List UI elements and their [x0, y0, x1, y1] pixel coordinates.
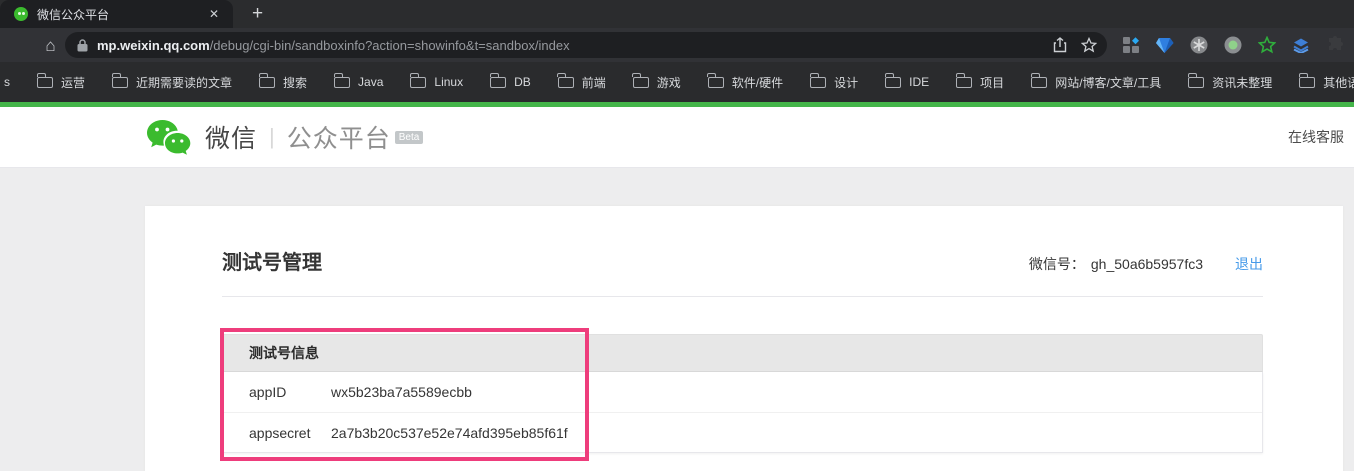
- bookmark-star-icon[interactable]: [1081, 37, 1097, 53]
- account-info: 微信号： gh_50a6b5957fc3 退出: [1029, 254, 1263, 274]
- bookmark-partial-label[interactable]: s: [4, 75, 10, 89]
- puzzle-extensions-menu-icon[interactable]: [1325, 36, 1344, 55]
- logout-link[interactable]: 退出: [1235, 254, 1263, 274]
- table-header-label: 测试号信息: [249, 343, 319, 363]
- wechat-brand-logo[interactable]: 微信 | 公众平台 Beta: [145, 118, 423, 156]
- wechat-favicon-icon: [14, 7, 28, 21]
- folder-icon: [490, 77, 506, 88]
- table-body: appID wx5b23ba7a5589ecbb appsecret 2a7b3…: [222, 372, 1263, 453]
- bookmark-folder[interactable]: 软件/硬件: [708, 74, 783, 91]
- bookmark-folder[interactable]: 设计: [810, 74, 858, 91]
- bookmark-folder[interactable]: 其他语言: [1299, 74, 1354, 91]
- bookmark-folder[interactable]: 近期需要读的文章: [112, 74, 232, 91]
- page-title: 测试号管理: [222, 246, 322, 275]
- bookmark-folder[interactable]: IDE: [885, 75, 929, 89]
- brand-primary-label: 微信: [205, 119, 257, 155]
- folder-icon: [112, 77, 128, 88]
- green-star-extension-icon[interactable]: [1257, 36, 1276, 55]
- folder-icon: [1299, 77, 1315, 88]
- folder-icon: [956, 77, 972, 88]
- folder-icon: [1031, 77, 1047, 88]
- folder-icon: [334, 77, 350, 88]
- bookmark-folder[interactable]: 前端: [558, 74, 606, 91]
- header-divider: [222, 296, 1263, 297]
- tab-title: 微信公众平台: [37, 6, 205, 23]
- bookmark-folder[interactable]: Linux: [410, 75, 463, 89]
- tab-close-icon[interactable]: ✕: [205, 5, 223, 23]
- bookmark-folder[interactable]: 资讯未整理: [1188, 74, 1272, 91]
- page-background: 测试号管理 微信号： gh_50a6b5957fc3 退出 测试号信息 appI…: [0, 168, 1354, 471]
- beta-badge: Beta: [395, 131, 424, 144]
- bookmark-folder[interactable]: 项目: [956, 74, 1004, 91]
- table-row-appid: appID wx5b23ba7a5589ecbb: [223, 372, 1262, 412]
- blue-gem-extension-icon[interactable]: [1155, 36, 1174, 55]
- appid-key-label: appID: [249, 384, 331, 400]
- folder-icon: [810, 77, 826, 88]
- bookmark-folder[interactable]: 游戏: [633, 74, 681, 91]
- url-text[interactable]: mp.weixin.qq.com/debug/cgi-bin/sandboxin…: [97, 38, 1039, 53]
- bookmark-folder[interactable]: Java: [334, 75, 383, 89]
- folder-icon: [37, 77, 53, 88]
- bookmarks-bar: s 运营 近期需要读的文章 搜索 Java Linux DB 前端 游戏 软件/…: [0, 62, 1354, 102]
- circle-green-dot-extension-icon[interactable]: [1223, 36, 1242, 55]
- circle-asterisk-extension-icon[interactable]: [1189, 36, 1208, 55]
- table-header: 测试号信息: [222, 334, 1263, 372]
- online-service-link[interactable]: 在线客服: [1288, 127, 1344, 147]
- lock-icon[interactable]: [77, 39, 88, 52]
- browser-toolbar: ⌂ mp.weixin.qq.com/debug/cgi-bin/sandbox…: [0, 28, 1354, 62]
- folder-icon: [410, 77, 426, 88]
- browser-tabstrip: 微信公众平台 ✕ +: [0, 0, 1354, 28]
- bookmark-folder[interactable]: 运营: [37, 74, 85, 91]
- grid-squares-extension-icon[interactable]: [1121, 36, 1140, 55]
- table-row-appsecret: appsecret 2a7b3b20c537e52e74afd395eb85f6…: [223, 412, 1262, 452]
- appsecret-key-label: appsecret: [249, 425, 331, 441]
- wechat-logo-icon: [145, 118, 191, 156]
- card-header-row: 测试号管理 微信号： gh_50a6b5957fc3 退出: [222, 246, 1263, 275]
- appsecret-value: 2a7b3b20c537e52e74afd395eb85f61f: [331, 425, 568, 441]
- home-icon[interactable]: ⌂: [40, 37, 61, 54]
- folder-icon: [558, 77, 574, 88]
- folder-icon: [708, 77, 724, 88]
- account-value: gh_50a6b5957fc3: [1091, 256, 1203, 272]
- url-domain: mp.weixin.qq.com: [97, 38, 210, 53]
- brand-secondary-label: 公众平台: [287, 119, 391, 155]
- sandbox-management-card: 测试号管理 微信号： gh_50a6b5957fc3 退出 测试号信息 appI…: [145, 206, 1343, 471]
- folder-icon: [1188, 77, 1204, 88]
- new-tab-button[interactable]: +: [246, 3, 269, 25]
- extension-icons: [1121, 36, 1344, 55]
- blue-layers-extension-icon[interactable]: [1291, 36, 1310, 55]
- bookmark-folder[interactable]: 网站/博客/文章/工具: [1031, 74, 1161, 91]
- site-header: 微信 | 公众平台 Beta 在线客服: [0, 107, 1354, 168]
- account-label: 微信号：: [1029, 254, 1085, 274]
- address-bar[interactable]: mp.weixin.qq.com/debug/cgi-bin/sandboxin…: [65, 32, 1107, 58]
- appid-value: wx5b23ba7a5589ecbb: [331, 384, 472, 400]
- browser-tab-active[interactable]: 微信公众平台 ✕: [0, 0, 233, 28]
- bookmark-folder[interactable]: 搜索: [259, 74, 307, 91]
- folder-icon: [259, 77, 275, 88]
- brand-separator: |: [269, 124, 275, 150]
- share-icon[interactable]: [1053, 37, 1067, 53]
- folder-icon: [885, 77, 901, 88]
- test-account-info-table: 测试号信息 appID wx5b23ba7a5589ecbb appsecret…: [222, 334, 1263, 453]
- url-path: /debug/cgi-bin/sandboxinfo?action=showin…: [210, 38, 570, 53]
- bookmark-folder[interactable]: DB: [490, 75, 531, 89]
- folder-icon: [633, 77, 649, 88]
